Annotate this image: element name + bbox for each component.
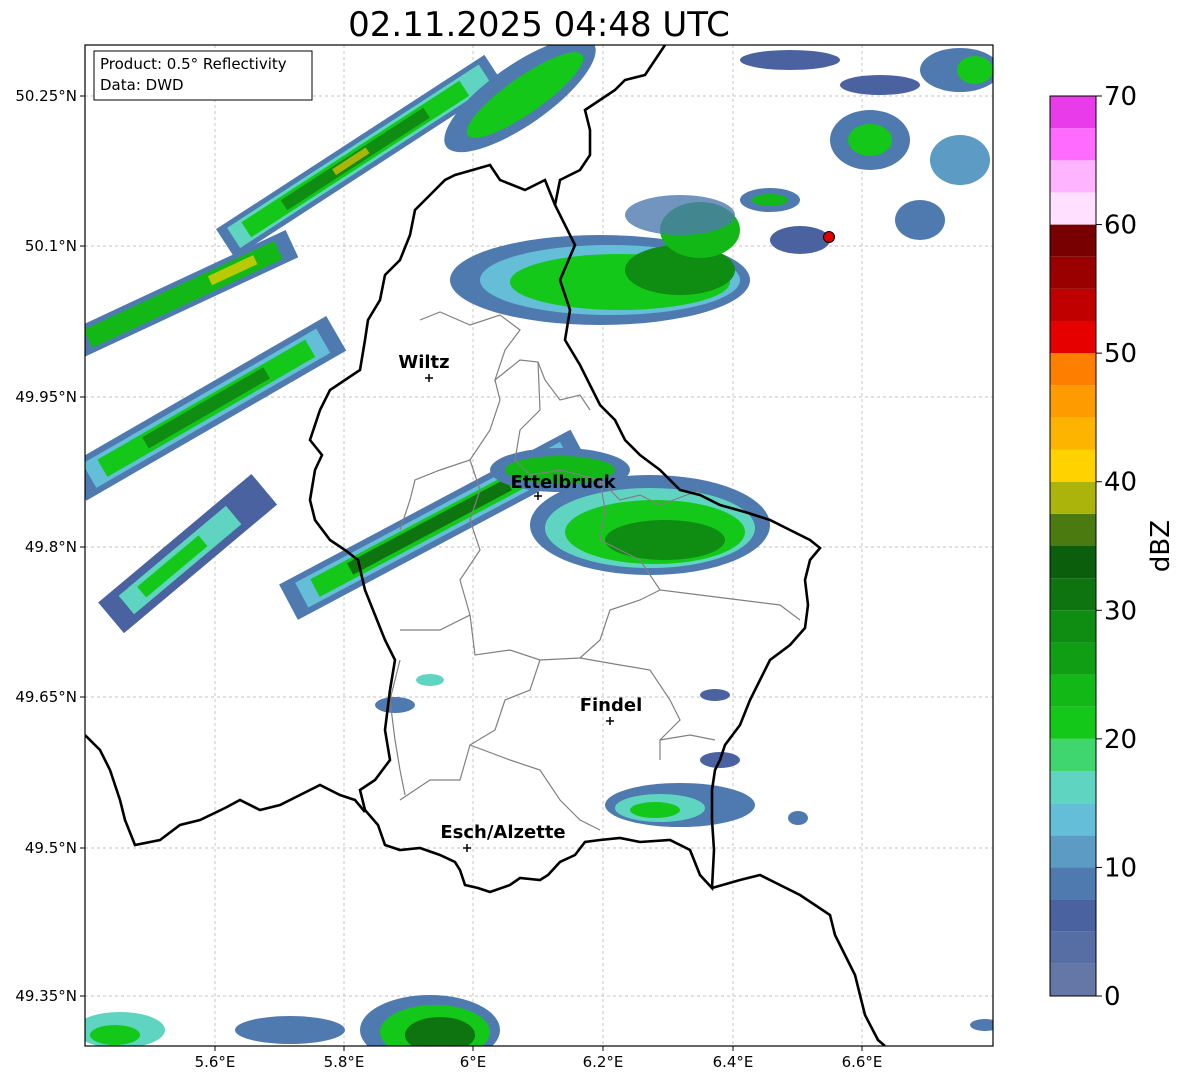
x-tick-label: 6.4°E [713,1053,754,1071]
x-tick-label: 5.6°E [195,1053,236,1071]
y-tick-label: 50.1°N [25,237,77,255]
y-axis: 50.25°N 50.1°N 49.95°N 49.8°N 49.65°N 49… [15,87,85,1005]
colorbar-tick-label: 10 [1104,853,1137,883]
colorbar-segment [1050,96,1096,129]
colorbar-tick-label: 0 [1104,982,1121,1012]
colorbar-segment [1050,706,1096,739]
city-label: Wiltz [398,352,449,373]
info-product: Product: 0.5° Reflectivity [100,55,287,73]
colorbar: 0 10 20 30 40 50 60 70 dBZ [1049,82,1176,1012]
radar-site-marker [823,231,835,243]
colorbar-tick-label: 60 [1104,211,1137,241]
info-data-source: Data: DWD [100,76,184,94]
colorbar-segment [1050,256,1096,289]
city-label: Esch/Alzette [440,822,565,843]
colorbar-segment [1050,835,1096,868]
colorbar-segments [1050,96,1096,996]
colorbar-segment [1050,160,1096,193]
colorbar-segment [1050,803,1096,836]
colorbar-segment [1050,128,1096,161]
y-tick-label: 49.8°N [25,538,77,556]
city-label: Findel [580,695,643,716]
colorbar-segment [1050,192,1096,225]
colorbar-segment [1050,449,1096,482]
colorbar-segment [1050,738,1096,771]
colorbar-label: dBZ [1146,520,1176,572]
x-tick-label: 6.6°E [842,1053,883,1071]
colorbar-segment [1050,963,1096,996]
colorbar-tick-label: 20 [1104,725,1137,755]
colorbar-segment [1050,771,1096,804]
colorbar-segment [1050,674,1096,707]
x-axis: 5.6°E 5.8°E 6°E 6.2°E 6.4°E 6.6°E [195,1046,883,1071]
y-tick-label: 49.95°N [15,388,77,406]
colorbar-segment [1050,578,1096,611]
colorbar-tick-label: 50 [1104,339,1137,369]
colorbar-tick-label: 40 [1104,468,1137,498]
colorbar-tick-label: 70 [1104,82,1137,112]
city-label: Ettelbruck [510,472,616,493]
colorbar-segment [1050,321,1096,354]
info-box: Product: 0.5° Reflectivity Data: DWD [93,50,313,101]
y-tick-label: 49.65°N [15,688,77,706]
colorbar-segment [1050,867,1096,900]
x-tick-label: 6.2°E [583,1053,624,1071]
x-tick-label: 5.8°E [324,1053,365,1071]
colorbar-segment [1050,224,1096,257]
colorbar-segment [1050,417,1096,450]
x-tick-label: 6°E [460,1053,487,1071]
colorbar-segment [1050,481,1096,514]
colorbar-segment [1050,931,1096,964]
colorbar-ticks: 0 10 20 30 40 50 60 70 [1096,82,1137,1012]
colorbar-segment [1050,899,1096,932]
y-tick-label: 49.35°N [15,987,77,1005]
colorbar-segment [1050,353,1096,386]
colorbar-segment [1050,642,1096,675]
colorbar-tick-label: 30 [1104,596,1137,626]
colorbar-segment [1050,513,1096,546]
colorbar-segment [1050,385,1096,418]
colorbar-segment [1050,288,1096,321]
y-tick-label: 50.25°N [15,87,77,105]
colorbar-segment [1050,610,1096,643]
y-tick-label: 49.5°N [25,839,77,857]
colorbar-segment [1050,546,1096,579]
